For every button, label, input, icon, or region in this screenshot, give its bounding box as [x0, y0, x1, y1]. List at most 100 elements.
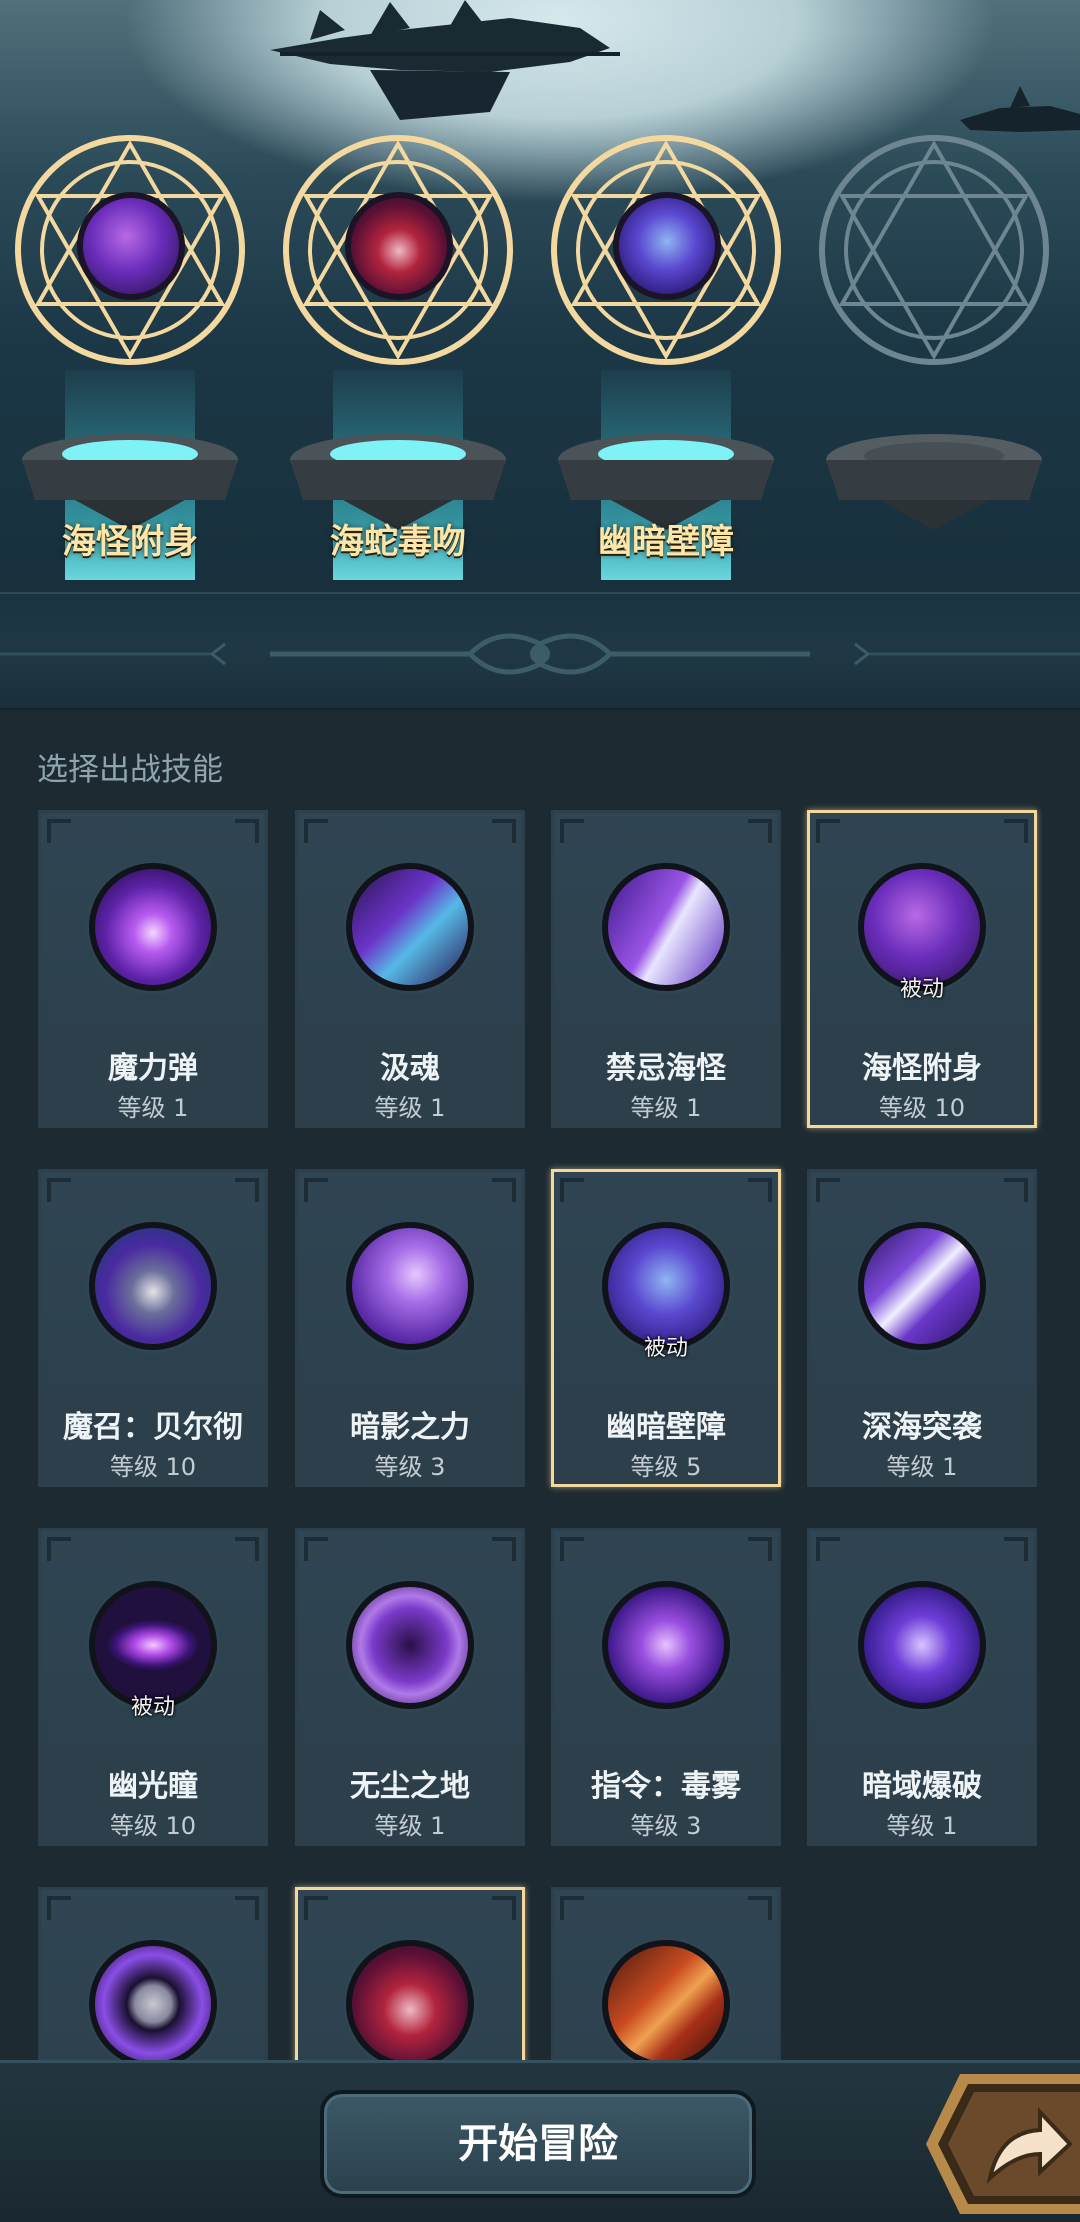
card-corner — [235, 1896, 259, 1920]
card-corner — [235, 819, 259, 843]
card-corner — [47, 1896, 71, 1920]
equipped-slot-3[interactable]: 幽暗壁障 — [541, 130, 791, 580]
skill-level: 等级 10 — [109, 1812, 197, 1840]
skill-name: 幽暗壁障 — [606, 1410, 726, 1445]
skill-card[interactable]: 暗影之力 等级 3 — [295, 1169, 525, 1487]
card-corner — [304, 1896, 328, 1920]
skill-card[interactable]: 魔力弹 等级 1 — [38, 810, 268, 1128]
skill-name: 暗域爆破 — [862, 1769, 982, 1804]
equipped-skills-scene: 海怪附身 海蛇毒吻 幽暗壁障 — [0, 0, 1080, 592]
card-corner — [235, 1537, 259, 1561]
skill-name: 魔召：贝尔彻 — [63, 1410, 243, 1445]
card-corner — [235, 1178, 259, 1202]
skill-level: 等级 3 — [630, 1812, 702, 1840]
card-corner — [492, 1178, 516, 1202]
skill-level: 等级 10 — [109, 1453, 197, 1481]
card-corner — [560, 1896, 584, 1920]
card-corner — [47, 1178, 71, 1202]
ornamental-divider — [0, 592, 1080, 710]
skill-card[interactable]: 被动 幽光瞳 等级 10 — [38, 1528, 268, 1846]
card-corner — [492, 1537, 516, 1561]
equipped-slot-4-empty[interactable] — [809, 130, 1059, 570]
skill-card[interactable]: 暗域爆破 等级 1 — [807, 1528, 1037, 1846]
empty-magic-circle-icon — [819, 135, 1049, 365]
card-corner — [748, 1537, 772, 1561]
skill-level: 等级 1 — [374, 1812, 446, 1840]
flame-sword-icon — [602, 1940, 730, 2068]
passive-tag: 被动 — [899, 977, 944, 1002]
card-corner — [560, 819, 584, 843]
soul-drain-icon — [346, 863, 474, 991]
dark-barrier-icon — [613, 192, 721, 300]
airship-silhouette — [270, 0, 620, 120]
card-corner — [560, 1537, 584, 1561]
card-corner — [1004, 1537, 1028, 1561]
skill-name: 海怪附身 — [862, 1051, 982, 1086]
card-corner — [304, 819, 328, 843]
sea-monster-possession-icon — [77, 192, 185, 300]
equipped-slot-1[interactable]: 海怪附身 — [5, 130, 255, 580]
passive-tag: 被动 — [643, 1336, 688, 1361]
share-arrow-icon[interactable] — [920, 2068, 1080, 2218]
skill-level: 等级 1 — [886, 1812, 958, 1840]
skill-name: 禁忌海怪 — [606, 1051, 726, 1086]
forbidden-sea-monster-icon — [602, 863, 730, 991]
skill-card-selected[interactable]: 被动 幽暗壁障 等级 5 — [551, 1169, 781, 1487]
skill-name: 指令：毒雾 — [591, 1769, 741, 1804]
skill-card[interactable]: 无尘之地 等级 1 — [295, 1528, 525, 1846]
sea-serpent-kiss-icon — [346, 1940, 474, 2068]
skill-level: 等级 1 — [374, 1094, 446, 1122]
skill-name: 深海突袭 — [862, 1410, 982, 1445]
skill-card-selected[interactable]: 被动 海怪附身 等级 10 — [807, 810, 1037, 1128]
card-corner — [748, 1178, 772, 1202]
card-corner — [492, 1896, 516, 1920]
skill-card[interactable]: 指令：毒雾 等级 3 — [551, 1528, 781, 1846]
magic-bullet-icon — [89, 863, 217, 991]
card-corner — [304, 1537, 328, 1561]
skill-level: 等级 10 — [878, 1094, 966, 1122]
skill-name: 魔力弹 — [108, 1051, 198, 1086]
skill-level: 等级 3 — [374, 1453, 446, 1481]
skill-card[interactable]: 禁忌海怪 等级 1 — [551, 810, 781, 1128]
card-corner — [748, 1896, 772, 1920]
skill-card[interactable]: 深海突袭 等级 1 — [807, 1169, 1037, 1487]
skill-card[interactable]: 魔召：贝尔彻 等级 10 — [38, 1169, 268, 1487]
skill-name: 暗影之力 — [350, 1410, 470, 1445]
shadow-power-icon — [346, 1222, 474, 1350]
skill-name: 无尘之地 — [350, 1769, 470, 1804]
card-corner — [560, 1178, 584, 1202]
skill-level: 等级 5 — [630, 1453, 702, 1481]
card-corner — [1004, 1178, 1028, 1202]
skill-level: 等级 1 — [117, 1094, 189, 1122]
panel-title: 选择出战技能 — [37, 752, 223, 788]
slot-skill-name: 海蛇毒吻 — [330, 522, 466, 562]
card-corner — [47, 1537, 71, 1561]
skill-name: 汲魂 — [380, 1051, 440, 1086]
sea-serpent-kiss-icon — [345, 192, 453, 300]
slot-skill-name: 海怪附身 — [62, 522, 198, 562]
card-corner — [816, 819, 840, 843]
deep-sea-raid-icon — [858, 1222, 986, 1350]
skill-name: 幽光瞳 — [108, 1769, 198, 1804]
dustless-land-icon — [346, 1581, 474, 1709]
card-corner — [816, 1537, 840, 1561]
card-corner — [748, 819, 772, 843]
passive-tag: 被动 — [130, 1695, 175, 1720]
skill-card[interactable]: 汲魂 等级 1 — [295, 810, 525, 1128]
summon-belche-icon — [89, 1222, 217, 1350]
ornament-icon — [0, 633, 1080, 675]
card-corner — [47, 819, 71, 843]
dark-blast-icon — [858, 1581, 986, 1709]
stone-pedestal — [826, 434, 1042, 530]
card-corner — [304, 1178, 328, 1202]
skill-level: 等级 1 — [886, 1453, 958, 1481]
poison-fog-icon — [602, 1581, 730, 1709]
card-corner — [816, 1178, 840, 1202]
card-corner — [492, 819, 516, 843]
equipped-slot-2[interactable]: 海蛇毒吻 — [273, 130, 523, 580]
skill-level: 等级 1 — [630, 1094, 702, 1122]
start-adventure-button[interactable]: 开始冒险 — [320, 2090, 756, 2198]
void-orb-icon — [89, 1940, 217, 2068]
slot-skill-name: 幽暗壁障 — [598, 522, 734, 562]
card-corner — [1004, 819, 1028, 843]
